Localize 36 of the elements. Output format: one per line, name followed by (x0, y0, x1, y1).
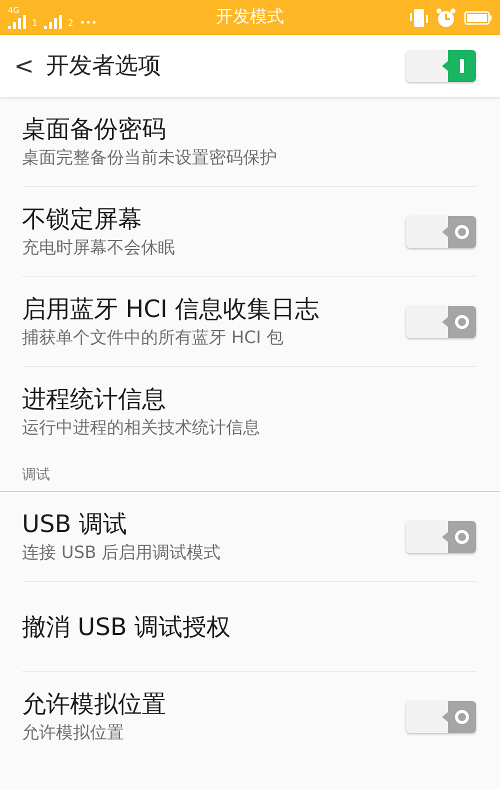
setting-title: USB 调试 (22, 508, 128, 539)
setting-description: 捕获单个文件中的所有蓝牙 HCI 包 (22, 328, 284, 350)
vibrate-icon (410, 8, 428, 28)
toggle-switch[interactable] (406, 700, 476, 732)
sim-label: 2 (68, 20, 74, 28)
setting-title: 进程统计信息 (22, 384, 167, 414)
settings-row[interactable]: 撤消 USB 调试授权 (0, 582, 500, 672)
setting-title: 桌面备份密码 (22, 114, 167, 144)
settings-row[interactable]: 桌面备份密码 桌面完整备份当前未设置密码保护 (0, 97, 500, 187)
settings-row[interactable]: 进程统计信息 运行中进程的相关技术统计信息 (0, 367, 500, 457)
settings-row[interactable]: 不锁定屏幕 充电时屏幕不会休眠 (0, 187, 500, 277)
toggle-switch[interactable] (406, 520, 476, 552)
setting-description: 连接 USB 后启用调试模式 (22, 542, 222, 564)
toggle-switch[interactable] (406, 306, 476, 338)
setting-title: 启用蓝牙 HCI 信息收集日志 (22, 294, 320, 324)
back-button[interactable]: < (14, 54, 34, 78)
network-label: 4G (8, 6, 20, 14)
toggle-switch[interactable] (406, 50, 476, 82)
toggle-switch[interactable] (406, 216, 476, 248)
battery-icon (464, 10, 492, 24)
setting-description: 允许模拟位置 (22, 722, 125, 744)
setting-title: 撤消 USB 调试授权 (22, 612, 232, 642)
settings-row[interactable]: 启用蓝牙 HCI 信息收集日志 捕获单个文件中的所有蓝牙 HCI 包 (0, 277, 500, 367)
setting-description: 充电时屏幕不会休眠 (22, 238, 176, 260)
page-title: 开发者选项 (46, 52, 162, 81)
setting-description: 运行中进程的相关技术统计信息 (22, 418, 261, 440)
setting-title: 不锁定屏幕 (22, 204, 143, 234)
settings-row[interactable]: USB 调试 连接 USB 后启用调试模式 (0, 492, 500, 582)
status-title: 开发模式 (215, 6, 285, 29)
alarm-icon (436, 8, 456, 28)
setting-title: 允许模拟位置 (22, 688, 167, 719)
setting-description: 桌面完整备份当前未设置密码保护 (22, 148, 278, 170)
section-header: 调试 (22, 466, 50, 485)
settings-row[interactable]: 允许模拟位置 允许模拟位置 (0, 672, 500, 762)
sim-label: 1 (32, 20, 38, 28)
more-indicator: ••• (79, 18, 98, 28)
